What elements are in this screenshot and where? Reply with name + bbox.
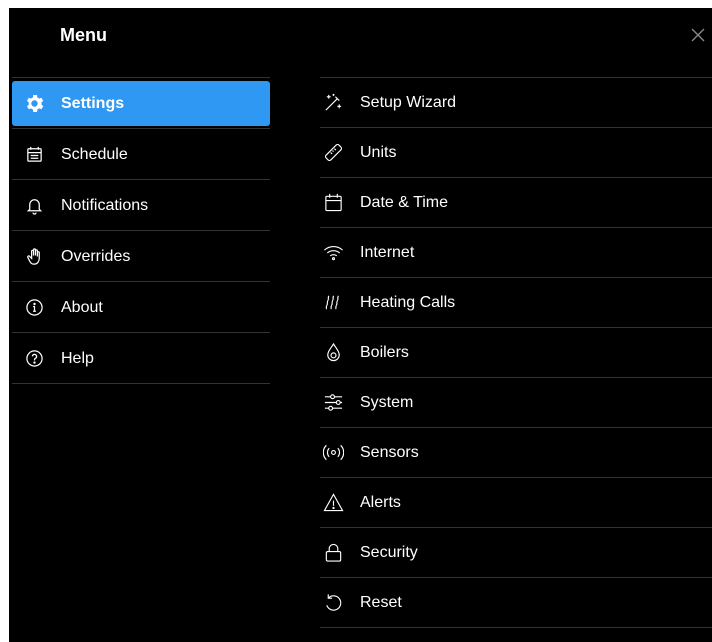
sidebar: Settings Schedule Notifications Override…: [12, 77, 270, 384]
divider: [320, 627, 712, 628]
alert-icon: [322, 492, 344, 514]
settings-item-label: Security: [360, 543, 418, 561]
menu-screen: Menu Settings Schedule Notifications Ove…: [9, 8, 712, 642]
sidebar-item-about[interactable]: About: [12, 285, 270, 330]
sidebar-item-label: Notifications: [61, 196, 149, 214]
sidebar-item-label: Overrides: [61, 247, 131, 265]
settings-item-label: Boilers: [360, 343, 409, 361]
hand-icon: [24, 247, 44, 267]
settings-item-label: Alerts: [360, 493, 401, 511]
info-icon: [24, 298, 44, 318]
settings-item-heating-calls[interactable]: Heating Calls: [320, 278, 712, 327]
sidebar-item-label: About: [61, 298, 103, 316]
settings-item-label: Units: [360, 143, 397, 161]
close-icon: [689, 26, 707, 44]
settings-item-reset[interactable]: Reset: [320, 578, 712, 627]
divider: [12, 77, 270, 78]
settings-item-setup-wizard[interactable]: Setup Wizard: [320, 78, 712, 127]
settings-list: Setup Wizard Units Date & Time Internet: [320, 77, 712, 628]
sidebar-item-label: Help: [61, 349, 94, 367]
close-button[interactable]: [689, 26, 707, 44]
calendar-icon: [322, 192, 344, 214]
divider: [12, 332, 270, 333]
settings-item-label: Heating Calls: [360, 293, 456, 311]
divider: [12, 128, 270, 129]
calendar-icon: [24, 145, 44, 165]
settings-item-label: System: [360, 393, 414, 411]
settings-item-internet[interactable]: Internet: [320, 228, 712, 277]
divider: [12, 383, 270, 384]
divider: [12, 281, 270, 282]
reset-icon: [322, 592, 344, 614]
gear-icon: [24, 94, 44, 114]
help-icon: [24, 349, 44, 369]
divider: [12, 179, 270, 180]
sidebar-item-settings[interactable]: Settings: [12, 81, 270, 126]
settings-item-label: Sensors: [360, 443, 419, 461]
settings-item-alerts[interactable]: Alerts: [320, 478, 712, 527]
lock-icon: [322, 542, 344, 564]
settings-item-label: Internet: [360, 243, 415, 261]
bell-icon: [24, 196, 44, 216]
sidebar-item-notifications[interactable]: Notifications: [12, 183, 270, 228]
wifi-icon: [322, 242, 344, 264]
settings-item-label: Setup Wizard: [360, 93, 457, 111]
sidebar-item-overrides[interactable]: Overrides: [12, 234, 270, 279]
settings-item-system[interactable]: System: [320, 378, 712, 427]
settings-item-units[interactable]: Units: [320, 128, 712, 177]
sidebar-item-label: Schedule: [61, 145, 128, 163]
settings-item-sensors[interactable]: Sensors: [320, 428, 712, 477]
settings-item-label: Date & Time: [360, 193, 449, 211]
sidebar-item-help[interactable]: Help: [12, 336, 270, 381]
settings-item-boilers[interactable]: Boilers: [320, 328, 712, 377]
menu-title: Menu: [60, 25, 107, 45]
sidebar-item-label: Settings: [61, 94, 125, 112]
heat-icon: [322, 292, 344, 314]
sensor-icon: [322, 442, 344, 464]
settings-item-date-time[interactable]: Date & Time: [320, 178, 712, 227]
magic-wand-icon: [322, 92, 344, 114]
ruler-icon: [322, 142, 344, 164]
flame-icon: [322, 342, 344, 364]
sliders-icon: [322, 392, 344, 414]
settings-item-label: Reset: [360, 593, 402, 611]
sidebar-item-schedule[interactable]: Schedule: [12, 132, 270, 177]
settings-item-security[interactable]: Security: [320, 528, 712, 577]
divider: [12, 230, 270, 231]
